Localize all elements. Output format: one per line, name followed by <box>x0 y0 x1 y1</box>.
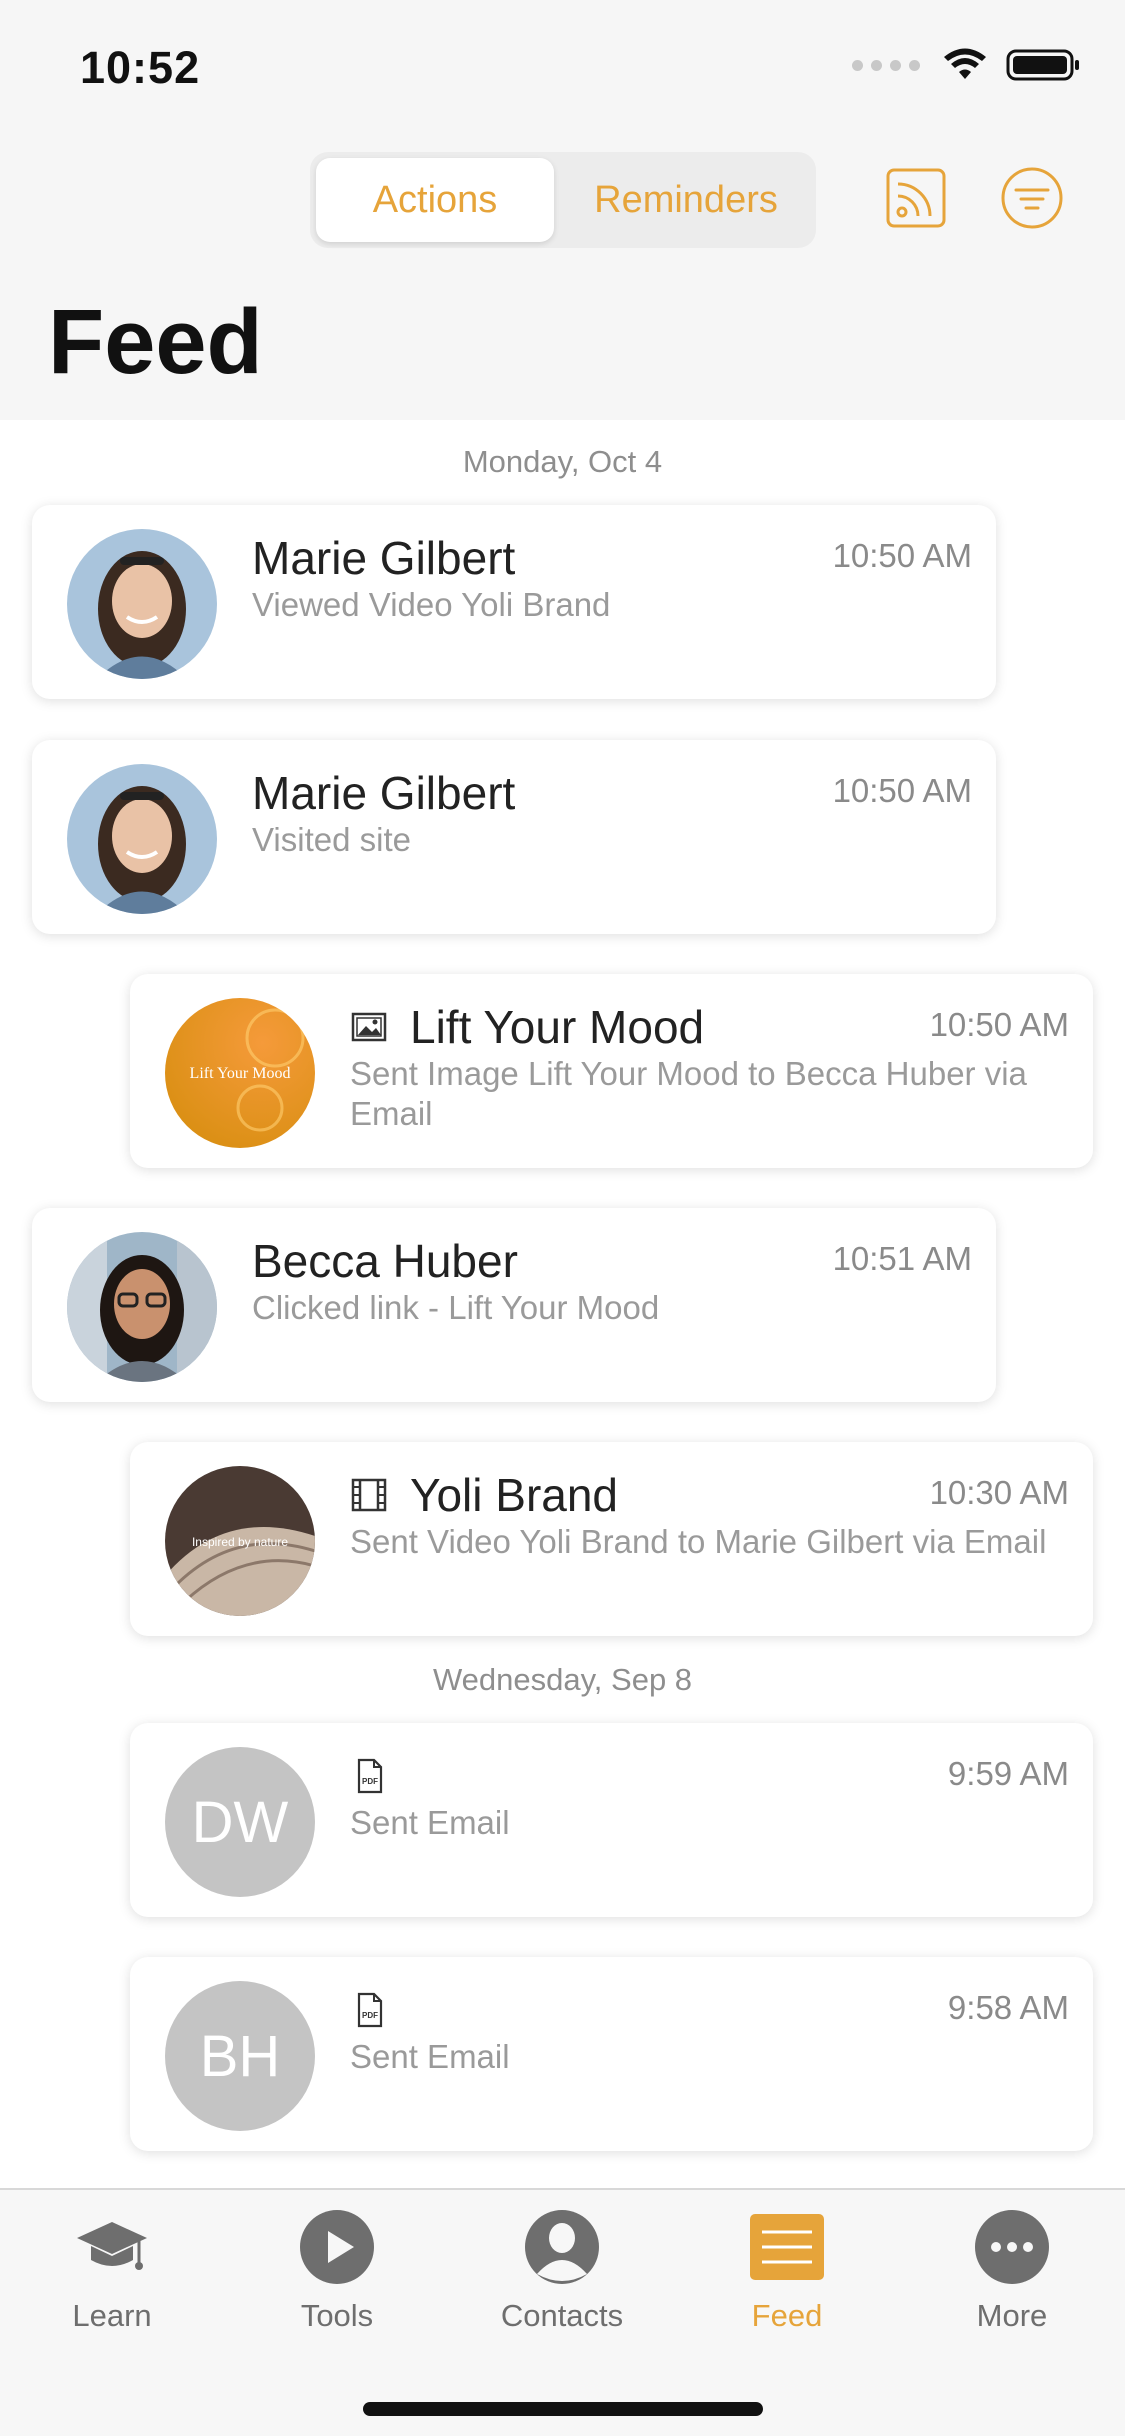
status-indicators <box>852 48 1080 82</box>
battery-icon <box>1006 49 1079 81</box>
feed-list[interactable]: Monday, Oct 4 Marie Gilbert 10:50 AM Vie… <box>0 420 1125 2188</box>
timestamp: 10:50 AM <box>832 537 972 574</box>
segmented-control: Actions Reminders <box>310 152 816 248</box>
feed-item[interactable]: Inspired by nature Yoli Brand 10:30 AM S… <box>130 1442 1093 1636</box>
avatar-initials: DW <box>165 1747 315 1897</box>
cellular-signal-icon <box>852 59 920 71</box>
feed-item[interactable]: Marie Gilbert 10:50 AM Visited site <box>32 740 996 934</box>
thumbnail-caption: Lift Your Mood <box>190 1065 291 1082</box>
timestamp: 9:58 AM <box>947 1989 1069 2026</box>
tab-more[interactable]: More <box>912 2208 1112 2334</box>
status-time: 10:52 <box>80 42 201 93</box>
pdf-icon: PDF <box>357 1758 383 1794</box>
page-title: Feed <box>48 291 263 393</box>
tab-label: Contacts <box>500 2298 624 2333</box>
activity-description: Visited site <box>252 821 411 858</box>
segment-reminders[interactable]: Reminders <box>562 158 810 242</box>
tab-label: Feed <box>751 2298 823 2333</box>
pdf-label: PDF <box>362 1777 378 1786</box>
thumbnail-caption: Inspired by nature <box>192 1535 288 1549</box>
tab-label: More <box>976 2298 1048 2333</box>
contact-name: Becca Huber <box>252 1235 518 1287</box>
timestamp: 9:59 AM <box>947 1755 1069 1792</box>
feed-item[interactable]: Lift Your Mood Lift Your Mood 10:50 AM S… <box>130 974 1093 1168</box>
timestamp: 10:50 AM <box>929 1006 1069 1043</box>
date-header: Monday, Oct 4 <box>462 444 663 479</box>
pdf-icon: PDF <box>357 1992 383 2028</box>
avatar-initials: BH <box>165 1981 315 2131</box>
tab-learn[interactable]: Learn <box>12 2208 212 2334</box>
activity-description: Clicked link - Lift Your Mood <box>252 1289 660 1326</box>
wifi-icon <box>944 48 986 79</box>
feed-item[interactable]: BH PDF 9:58 AM Sent Email <box>130 1957 1093 2151</box>
timestamp: 10:51 AM <box>832 1240 972 1277</box>
activity-description: Sent Email <box>350 2038 510 2075</box>
segment-actions[interactable]: Actions <box>316 158 554 242</box>
timestamp: 10:30 AM <box>929 1474 1069 1511</box>
avatar <box>67 1232 217 1382</box>
activity-description: Viewed Video Yoli Brand <box>252 586 611 623</box>
app-screen: 10:52 Actions Reminders Feed Monday, Oct… <box>0 0 1125 2436</box>
content-title: Lift Your Mood <box>410 1001 705 1053</box>
feed-list-icon <box>750 2214 824 2280</box>
tab-bar: Learn Tools Contacts Feed More <box>0 2188 1125 2436</box>
play-icon <box>300 2210 374 2284</box>
date-header: Wednesday, Sep 8 <box>432 1662 693 1697</box>
feed-item[interactable]: Marie Gilbert 10:50 AM Viewed Video Yoli… <box>32 505 996 699</box>
feed-item[interactable]: DW PDF 9:59 AM Sent Email <box>130 1723 1093 1917</box>
pdf-label: PDF <box>362 2011 378 2020</box>
person-icon <box>525 2210 599 2284</box>
contact-name: Marie Gilbert <box>252 767 516 819</box>
feed-header: Actions Reminders Feed <box>0 130 1125 420</box>
film-icon <box>351 1478 387 1512</box>
activity-description: Sent Image Lift Your Mood to Becca Huber… <box>350 1055 1027 1132</box>
image-icon <box>351 1012 387 1042</box>
rss-feed-icon[interactable] <box>884 166 948 230</box>
timestamp: 10:50 AM <box>832 772 972 809</box>
activity-description: Sent Email <box>350 1804 510 1841</box>
content-title: Yoli Brand <box>410 1469 619 1521</box>
graduation-cap-icon <box>77 2222 147 2270</box>
avatar <box>67 764 217 914</box>
contact-name: Marie Gilbert <box>252 532 516 584</box>
activity-description: Sent Video Yoli Brand to Marie Gilbert v… <box>350 1523 1047 1560</box>
content-thumbnail: Inspired by nature <box>165 1466 315 1616</box>
tab-tools[interactable]: Tools <box>237 2208 437 2334</box>
tab-feed[interactable]: Feed <box>687 2208 887 2334</box>
more-dots-icon <box>975 2210 1049 2284</box>
filter-icon[interactable] <box>1000 166 1064 230</box>
tab-label: Learn <box>72 2298 152 2333</box>
tab-label: Tools <box>300 2298 374 2333</box>
home-indicator[interactable] <box>363 2402 763 2416</box>
content-thumbnail: Lift Your Mood <box>165 998 315 1148</box>
avatar <box>67 529 217 679</box>
status-bar: 10:52 <box>0 0 1125 130</box>
tab-contacts[interactable]: Contacts <box>462 2208 662 2334</box>
feed-item[interactable]: Becca Huber 10:51 AM Clicked link - Lift… <box>32 1208 996 1402</box>
